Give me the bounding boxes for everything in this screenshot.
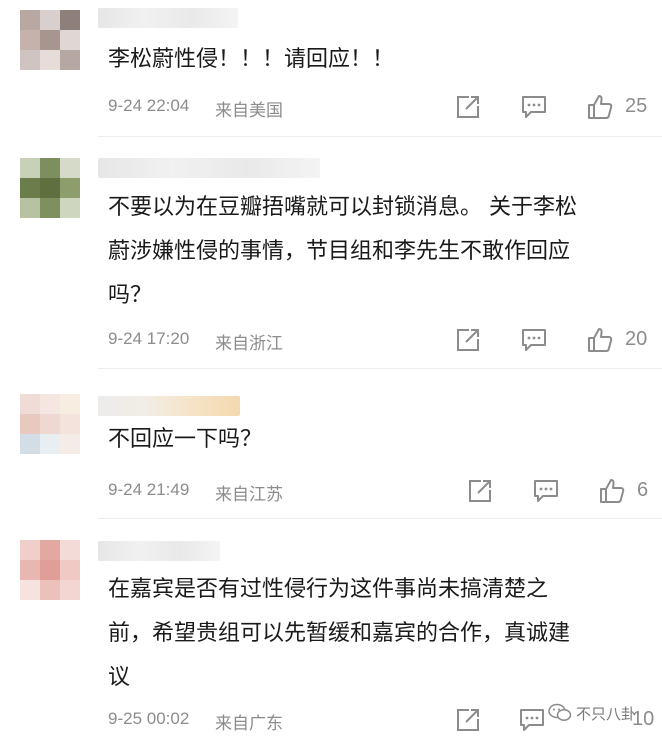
comment-time: 9-25 00:02 xyxy=(108,709,190,728)
share-icon[interactable] xyxy=(466,477,494,505)
share-icon[interactable] xyxy=(454,706,482,734)
comment-location: 来自美国 xyxy=(215,101,283,121)
comment-text: 不要以为在豆瓣捂嘴就可以封锁消息。 关于李松 蔚涉嫌性侵的事情，节目组和李先生不… xyxy=(108,195,577,308)
comment-location: 来自广东 xyxy=(215,714,283,734)
comment-text: 不回应一下吗？ xyxy=(108,427,263,452)
username-blurred[interactable] xyxy=(98,541,220,561)
like-icon[interactable] xyxy=(598,477,626,505)
comment-location: 来自浙江 xyxy=(215,334,283,354)
avatar[interactable] xyxy=(20,158,80,218)
divider xyxy=(98,136,662,137)
like-count: 25 xyxy=(625,95,648,117)
divider xyxy=(98,368,662,369)
comment-time: 9-24 17:20 xyxy=(108,329,190,348)
like-count: 6 xyxy=(637,479,649,501)
watermark-label: 不只八卦 xyxy=(576,704,637,723)
share-icon[interactable] xyxy=(454,93,482,121)
reply-icon[interactable] xyxy=(520,326,548,354)
like-count: 20 xyxy=(625,328,648,350)
watermark: 不只八卦 xyxy=(548,700,636,726)
comment-time: 9-24 21:49 xyxy=(108,480,190,499)
like-icon[interactable] xyxy=(586,93,614,121)
comment-location: 来自江苏 xyxy=(215,485,283,505)
comment-text: 李松蔚性侵！！！请回应！！ xyxy=(108,47,395,72)
username-blurred[interactable] xyxy=(98,396,240,416)
avatar[interactable] xyxy=(20,394,80,454)
comment-time: 9-24 22:04 xyxy=(108,96,190,115)
share-icon[interactable] xyxy=(454,326,482,354)
reply-icon[interactable] xyxy=(520,93,548,121)
divider xyxy=(98,518,662,519)
wechat-icon xyxy=(548,703,572,721)
username-blurred[interactable] xyxy=(98,8,238,28)
avatar[interactable] xyxy=(20,10,80,70)
avatar[interactable] xyxy=(20,540,80,600)
like-icon[interactable] xyxy=(586,326,614,354)
username-blurred[interactable] xyxy=(98,158,320,178)
comment-text: 在嘉宾是否有过性侵行为这件事尚未搞清楚之 前，希望贵组可以先暂缓和嘉宾的合作，真… xyxy=(108,577,571,690)
reply-icon[interactable] xyxy=(518,706,546,734)
reply-icon[interactable] xyxy=(532,477,560,505)
